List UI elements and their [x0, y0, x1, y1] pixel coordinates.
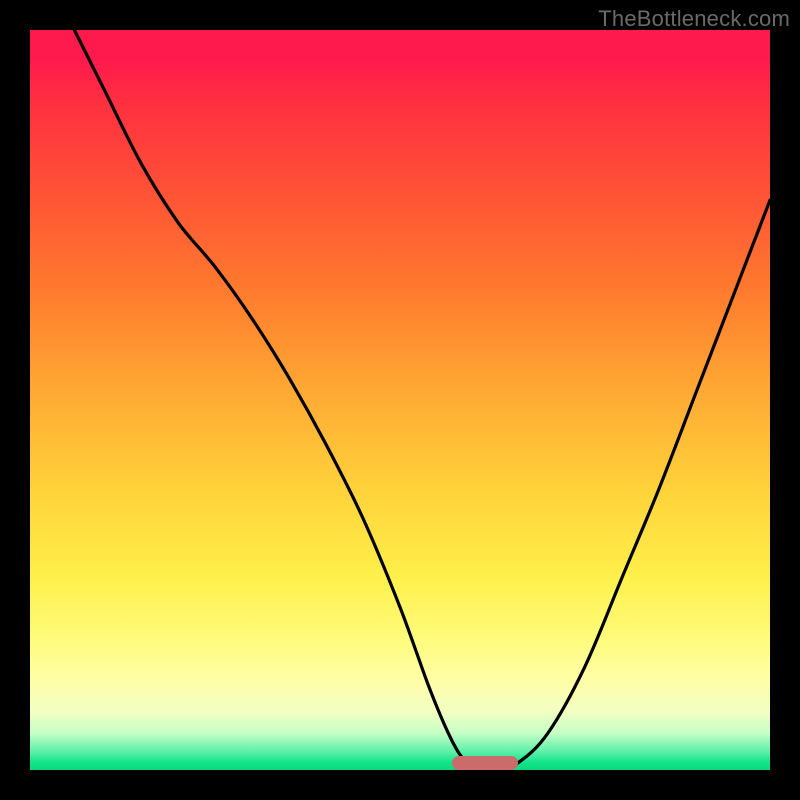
watermark-text: TheBottleneck.com — [598, 6, 790, 32]
chart-frame: TheBottleneck.com — [0, 0, 800, 800]
bottleneck-curve — [74, 30, 770, 770]
curve-svg — [30, 30, 770, 770]
optimal-range-marker — [452, 756, 519, 770]
plot-area — [30, 30, 770, 770]
